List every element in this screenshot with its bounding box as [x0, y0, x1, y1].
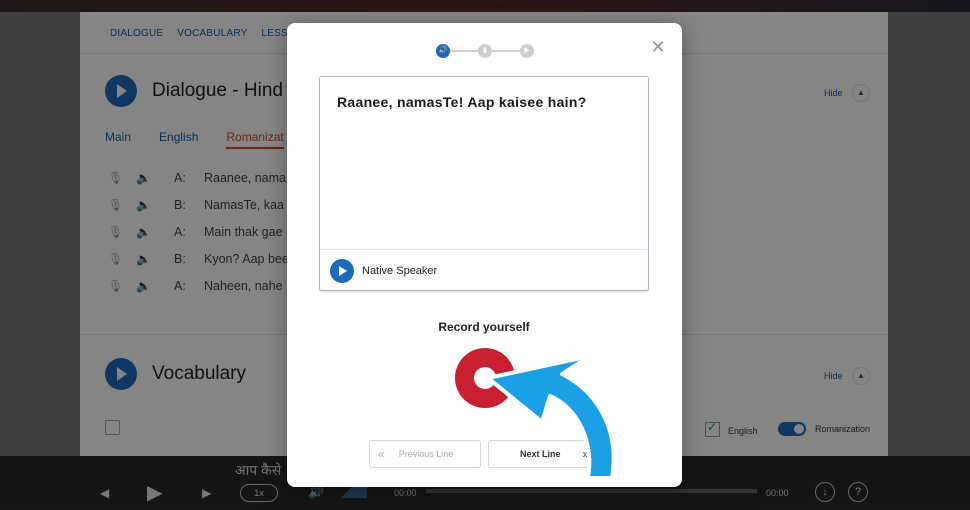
- microphone-icon: ▮: [483, 47, 487, 54]
- step-listen: 🔊: [436, 44, 450, 58]
- speaker-icon: 🔊: [438, 47, 448, 54]
- close-icon[interactable]: ✕: [650, 38, 666, 56]
- play-icon: ▶: [524, 47, 530, 54]
- pointer-arrow-icon: [486, 354, 616, 480]
- previous-line-label: Previous Line: [398, 449, 454, 459]
- step-indicator: 🔊 ▮ ▶: [436, 44, 534, 58]
- record-yourself-label: Record yourself: [438, 320, 530, 334]
- current-line-text: Raanee, namasTe! Aap kaisee hain?: [337, 94, 587, 110]
- double-chevron-left-icon: «: [378, 447, 385, 461]
- native-speaker-label: Native Speaker: [362, 265, 438, 277]
- divider: [320, 249, 648, 250]
- line-card: Raanee, namasTe! Aap kaisee hain? Native…: [319, 76, 649, 291]
- step-compare: ▶: [520, 44, 534, 58]
- native-speaker-play-button[interactable]: [330, 259, 354, 283]
- previous-line-button[interactable]: « Previous Line: [369, 440, 481, 468]
- step-record: ▮: [478, 44, 492, 58]
